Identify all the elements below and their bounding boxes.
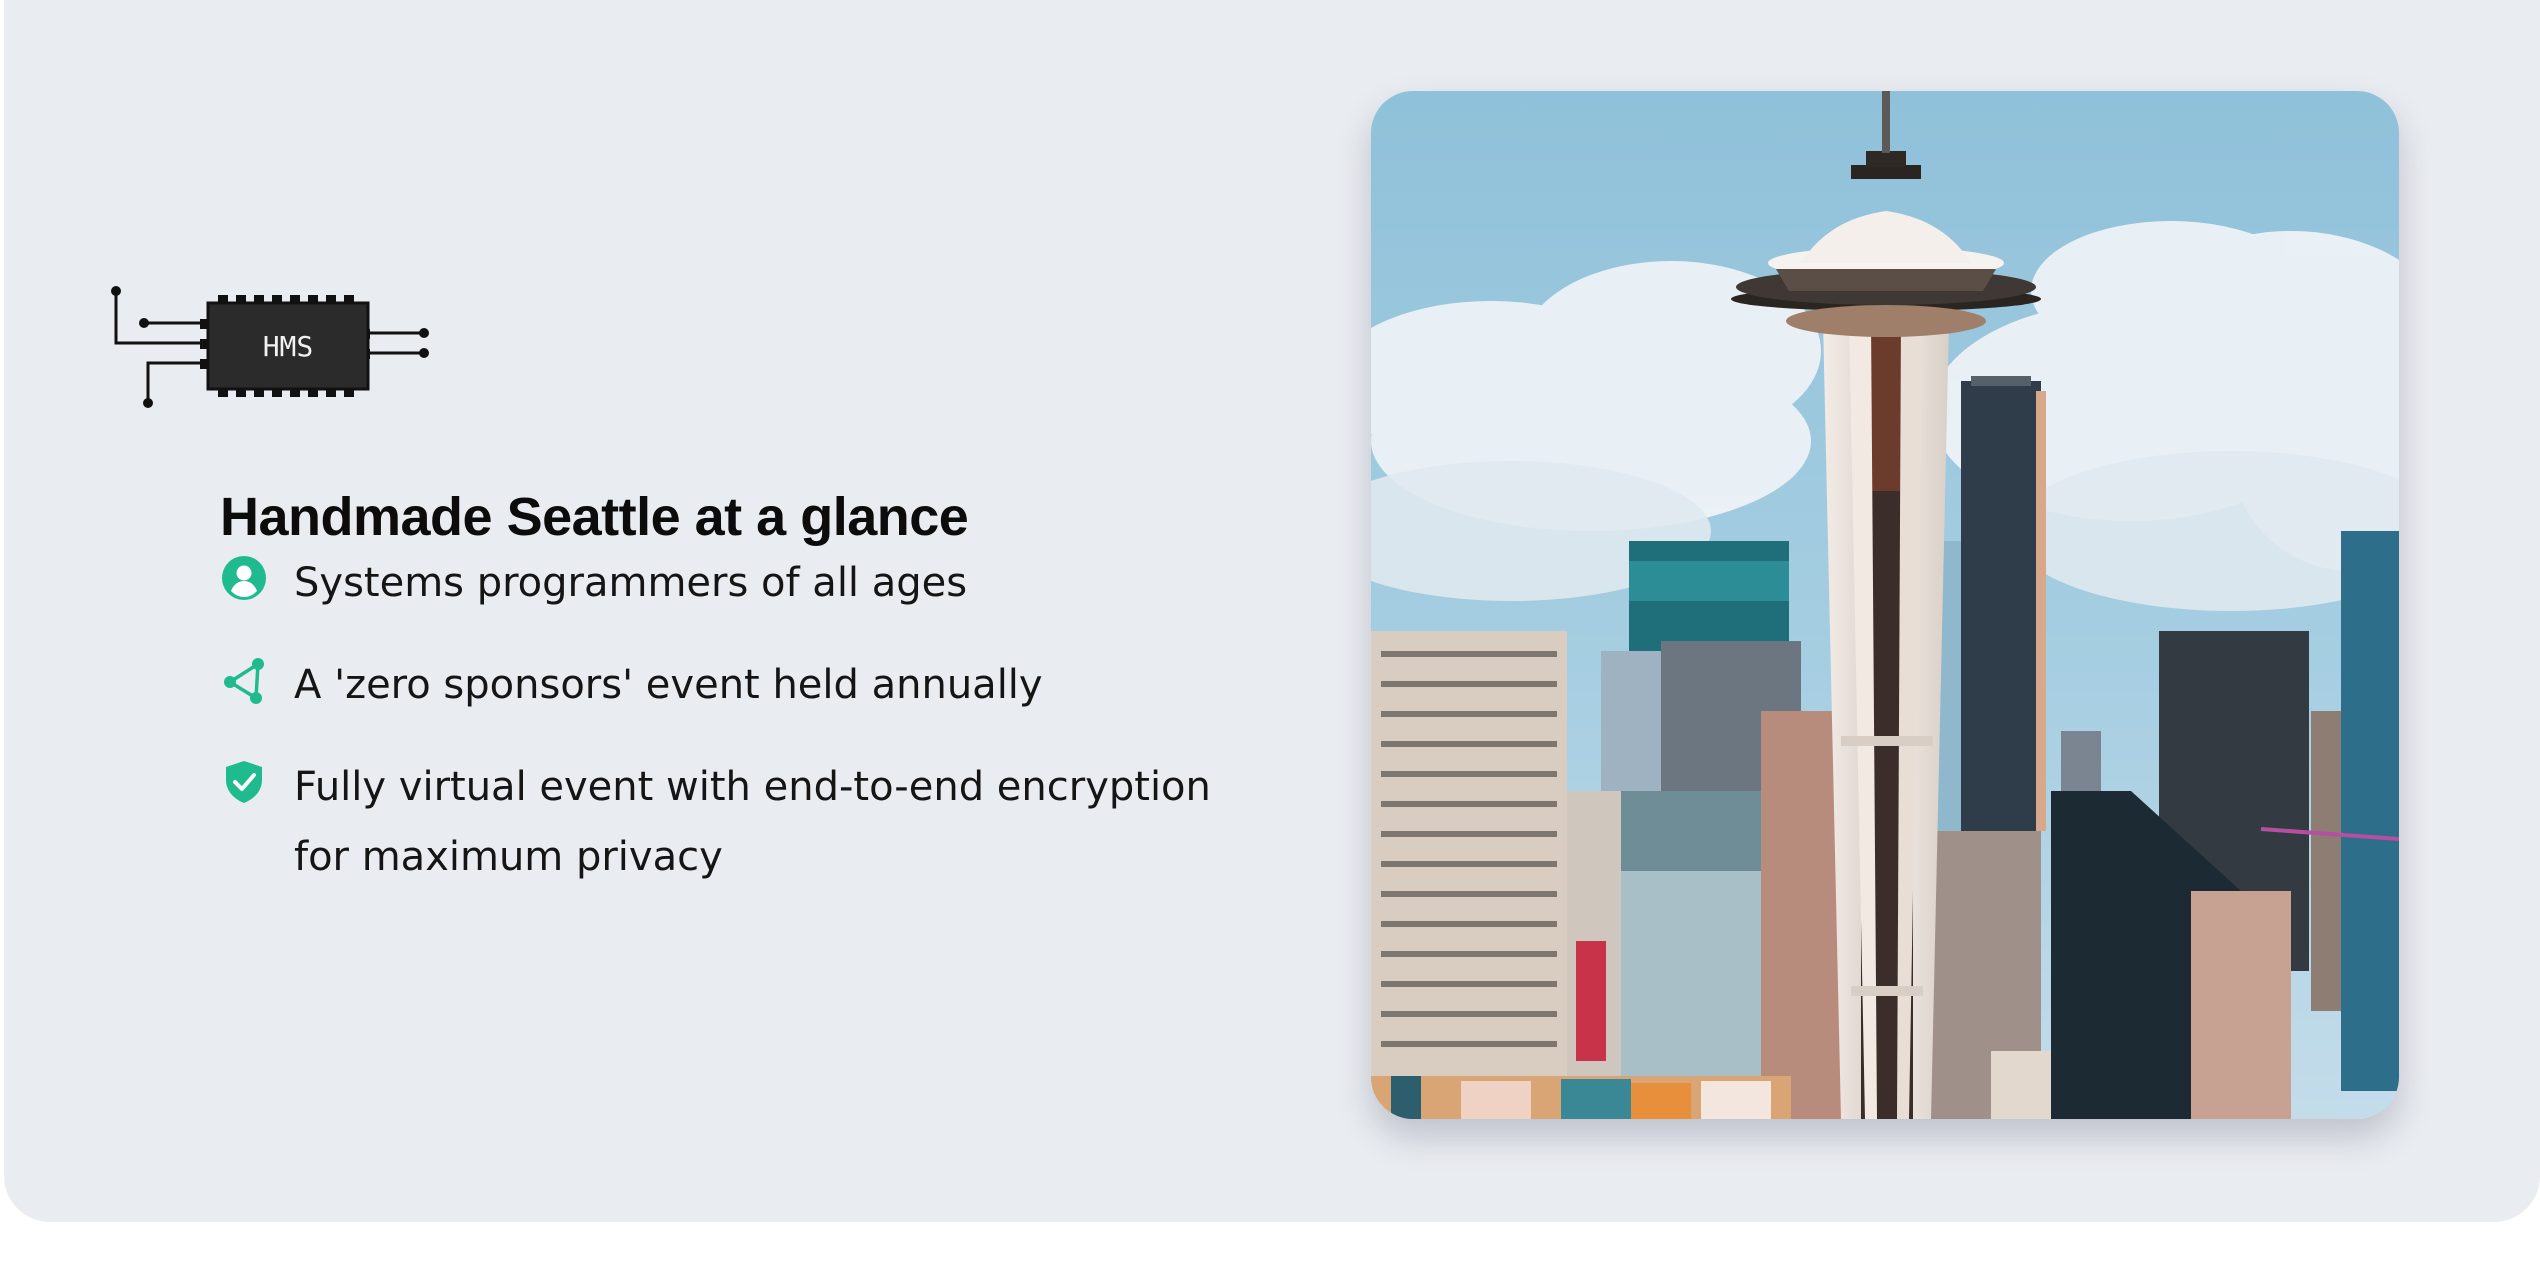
feature-card: HMS Handmade Seattle at a glance Systems… xyxy=(4,0,2540,1222)
chip-label: HMS xyxy=(263,330,314,363)
feature-item-programmers: Systems programmers of all ages xyxy=(220,548,1260,618)
feature-text: Systems programmers of all ages xyxy=(294,560,968,606)
section-heading: Handmade Seattle at a glance xyxy=(220,486,969,547)
feature-text: A 'zero sponsors' event held annually xyxy=(294,662,1043,708)
share-nodes-icon xyxy=(220,656,268,704)
feature-item-privacy: Fully virtual event with end-to-end encr… xyxy=(220,752,1260,892)
seattle-skyline-photo xyxy=(1371,91,2399,1119)
logo-graphic: HMS xyxy=(111,286,429,408)
feature-item-sponsors: A 'zero sponsors' event held annually xyxy=(220,650,1260,720)
skyline-illustration xyxy=(1371,91,2399,1119)
user-circle-icon xyxy=(220,554,268,602)
shield-check-icon xyxy=(220,758,268,806)
circuit-chip-icon: HMS xyxy=(108,283,434,413)
feature-text: Fully virtual event with end-to-end encr… xyxy=(294,764,1211,880)
feature-list: Systems programmers of all ages A 'zero … xyxy=(220,548,1260,924)
